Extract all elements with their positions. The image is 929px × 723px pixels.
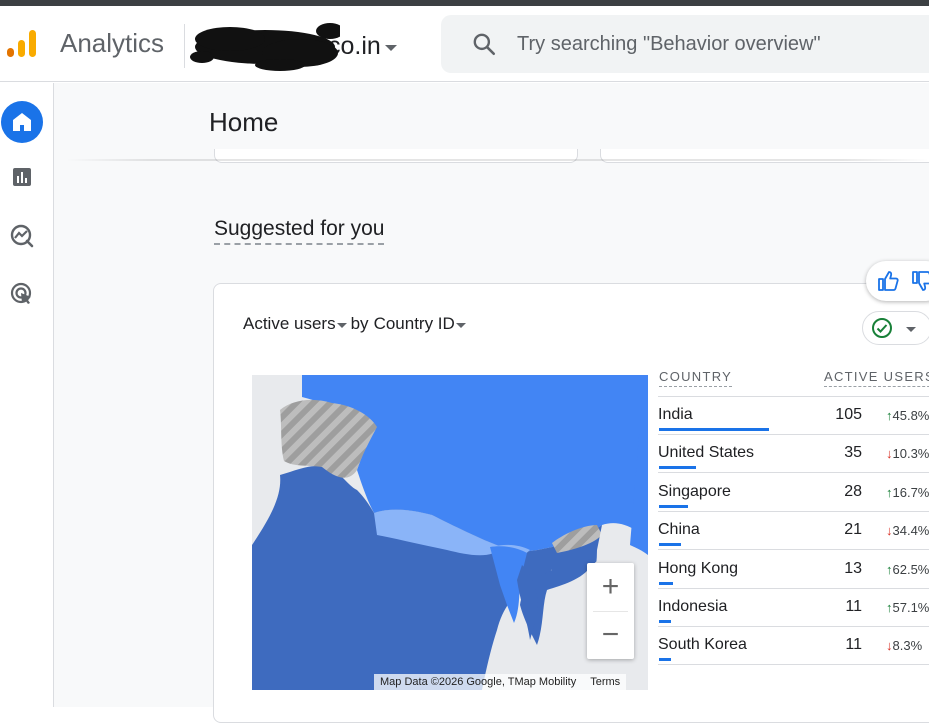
dimension-selector[interactable]: Country ID	[374, 314, 455, 334]
main-content: Home Suggested for you Active users by C…	[54, 83, 929, 707]
table-row[interactable]: Indonesia 11 ↑57.1%	[658, 589, 929, 627]
chevron-down-icon	[385, 45, 397, 51]
explore-icon	[9, 223, 35, 249]
left-nav	[0, 83, 54, 707]
active-users-value: 28	[844, 483, 862, 501]
country-name: United States	[658, 444, 754, 462]
share-bar	[659, 543, 681, 546]
nav-home[interactable]	[0, 100, 44, 144]
country-name: Indonesia	[658, 598, 727, 616]
account-selector[interactable]: co.in	[190, 16, 397, 76]
change-indicator: ↓34.4%	[886, 523, 929, 538]
table-row[interactable]: South Korea 11 ↓8.3%	[658, 627, 929, 665]
change-percent: 10.3%	[893, 446, 929, 461]
column-header-active-users[interactable]: ACTIVE USERS	[824, 369, 929, 387]
change-percent: 62.5%	[893, 562, 929, 577]
change-percent: 45.8%	[893, 408, 929, 423]
share-bar	[659, 620, 671, 623]
header-shadow	[66, 159, 929, 161]
row-divider	[658, 664, 929, 665]
country-name: China	[658, 521, 700, 539]
caret-down-icon[interactable]	[337, 323, 347, 328]
advertising-icon	[9, 281, 35, 307]
app-name: Analytics	[60, 28, 164, 59]
nav-home-active-bg	[1, 101, 43, 143]
home-icon	[10, 110, 34, 134]
search-input[interactable]	[517, 33, 917, 56]
table-row[interactable]: India 105 ↑45.8%	[658, 397, 929, 435]
share-bar	[659, 466, 696, 469]
zoom-out-button[interactable]: −	[587, 611, 634, 659]
table-row[interactable]: United States 35 ↓10.3%	[658, 435, 929, 473]
country-map[interactable]: + − Map Data ©2026 Google, TMap Mobility…	[252, 375, 648, 690]
column-header-country[interactable]: COUNTRY	[659, 369, 732, 387]
table-row[interactable]: China 21 ↓34.4%	[658, 512, 929, 550]
active-users-value: 105	[835, 406, 862, 424]
active-users-value: 35	[844, 444, 862, 462]
card-title-by: by	[351, 314, 369, 334]
change-indicator: ↓8.3%	[886, 638, 922, 653]
section-title[interactable]: Suggested for you	[214, 217, 384, 245]
share-bar	[659, 505, 688, 508]
map-terms-link[interactable]: Terms	[590, 676, 620, 688]
analytics-logo-icon[interactable]	[4, 26, 40, 62]
country-name: Hong Kong	[658, 560, 738, 578]
table-row[interactable]: Hong Kong 13 ↑62.5%	[658, 551, 929, 589]
chevron-down-icon	[906, 327, 916, 332]
country-name: India	[658, 406, 693, 424]
table-row[interactable]: Singapore 28 ↑16.7%	[658, 474, 929, 512]
share-bar	[659, 658, 671, 661]
map-data-credit: Map Data ©2026 Google, TMap Mobility	[380, 676, 576, 688]
metric-selector[interactable]: Active users	[243, 314, 336, 334]
change-percent: 57.1%	[893, 600, 929, 615]
active-users-value: 13	[844, 560, 862, 578]
search-bar[interactable]	[441, 15, 929, 73]
active-users-value: 11	[845, 636, 862, 654]
active-users-value: 11	[845, 598, 862, 616]
change-indicator: ↑16.7%	[886, 485, 929, 500]
zoom-in-button[interactable]: +	[587, 563, 634, 611]
feedback-pill	[866, 261, 929, 301]
card-title: Active users by Country ID	[243, 314, 470, 334]
country-name: South Korea	[658, 636, 747, 654]
share-bar	[659, 428, 769, 431]
change-indicator: ↑62.5%	[886, 562, 929, 577]
nav-reports[interactable]	[0, 155, 44, 199]
search-icon	[471, 31, 497, 57]
redacted-account-scribble	[190, 17, 340, 75]
change-percent: 34.4%	[893, 523, 929, 538]
map-attribution: Map Data ©2026 Google, TMap Mobility Ter…	[374, 674, 626, 690]
header-divider	[184, 24, 185, 68]
change-percent: 16.7%	[893, 485, 929, 500]
map-zoom-control: + −	[587, 563, 634, 659]
nav-advertising[interactable]	[0, 272, 44, 316]
change-percent: 8.3%	[893, 638, 923, 653]
check-circle-icon	[871, 317, 893, 339]
nav-explore[interactable]	[0, 214, 44, 258]
reports-icon	[10, 165, 34, 189]
change-indicator: ↑57.1%	[886, 600, 929, 615]
top-app-bar: Analytics co.in	[0, 6, 929, 82]
thumbs-up-icon[interactable]	[876, 269, 900, 293]
thumbs-down-icon[interactable]	[910, 269, 929, 293]
page-title: Home	[209, 107, 278, 138]
caret-down-icon[interactable]	[456, 323, 466, 328]
change-indicator: ↑45.8%	[886, 408, 929, 423]
active-users-value: 21	[844, 521, 862, 539]
country-name: Singapore	[658, 483, 731, 501]
change-indicator: ↓10.3%	[886, 446, 929, 461]
share-bar	[659, 582, 673, 585]
insight-status-dropdown[interactable]	[862, 311, 929, 345]
